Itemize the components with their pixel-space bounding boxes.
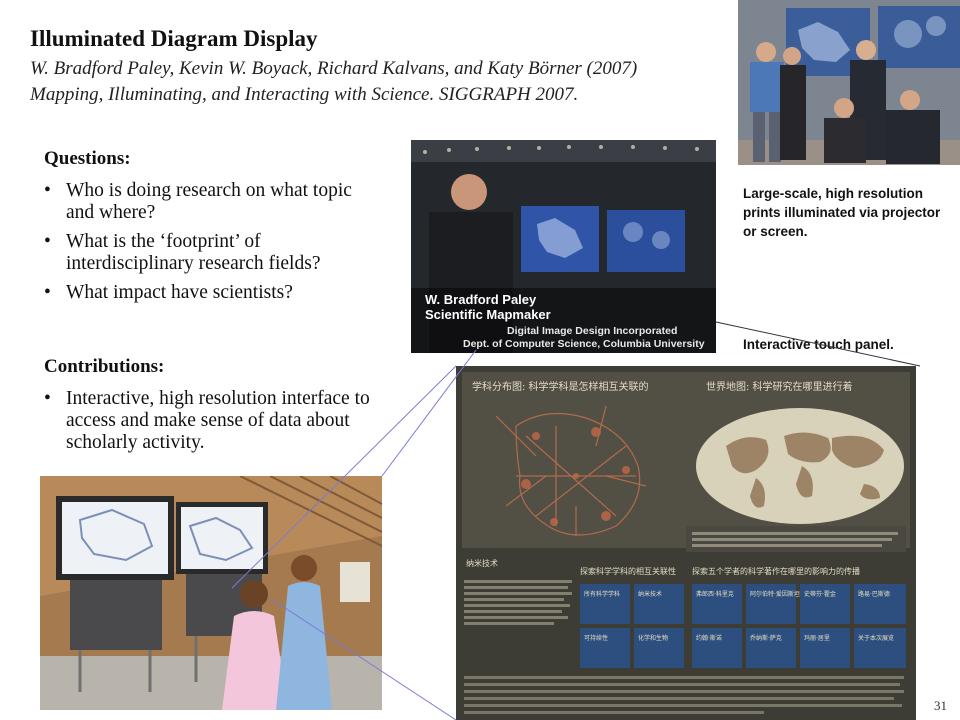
speaker-organization: Digital Image Design Incorporated — [507, 325, 677, 337]
touch-panel-caption: Interactive touch panel. — [743, 337, 894, 352]
touch-panel-screenshot: 学科分布图: 科学学科是怎样相互关联的 世界地图: 科学研究在哪里进行着 纳米技… — [456, 366, 916, 720]
section-nanotech-heading: 纳米技术 — [466, 558, 498, 568]
question-item: What is the ‘footprint’ of interdiscipli… — [44, 231, 384, 275]
speaker-role: Scientific Mapmaker — [425, 307, 551, 322]
tile-label: 所有科学学科 — [584, 590, 620, 598]
questions-heading: Questions: — [44, 148, 131, 169]
contribution-item: Interactive, high resolution interface t… — [44, 388, 389, 454]
question-item: Who is doing research on what topic and … — [44, 180, 384, 224]
tile-label: 可持续性 — [584, 634, 608, 642]
contributions-heading: Contributions: — [44, 356, 165, 377]
tile-label: 约翰·斯诺 — [696, 634, 722, 642]
tile-label: 路易·巴斯德 — [858, 590, 890, 598]
video-still-image: W. Bradford Paley Scientific Mapmaker Di… — [411, 140, 716, 353]
team-photo — [738, 0, 960, 165]
citation-paper-title: Mapping, Illuminating, and Interacting w… — [30, 84, 430, 105]
tile-label: 纳米技术 — [638, 590, 662, 598]
tile-label: 史蒂芬·霍金 — [804, 590, 836, 598]
tile-label: 乔纳斯·萨克 — [750, 634, 782, 642]
world-map-graphic — [696, 408, 904, 524]
tile-label: 弗郎西·科里克 — [696, 590, 734, 598]
right-map-title: 世界地图: 科学研究在哪里进行着 — [706, 380, 853, 393]
kiosk-photo — [40, 476, 382, 710]
slide-title: Illuminated Diagram Display — [30, 26, 318, 51]
speaker-department: Dept. of Computer Science, Columbia Univ… — [463, 338, 705, 350]
contributions-list: Interactive, high resolution interface t… — [44, 388, 389, 461]
tile-label: 关于本次展览 — [858, 634, 894, 642]
question-item: What impact have scientists? — [44, 282, 384, 304]
prints-caption: Large-scale, high resolution prints illu… — [743, 186, 941, 239]
section-interconnect-heading: 探索科学学科的相互关联性 — [580, 566, 676, 576]
citation-conference: . SIGGRAPH 2007. — [429, 84, 579, 105]
section-scholars-heading: 探索五个学者的科学著作在哪里的影响力的传播 — [692, 566, 860, 576]
citation-venue: Mapping, Illuminating, and Interacting w… — [30, 82, 720, 108]
speaker-name: W. Bradford Paley — [425, 292, 537, 307]
tile-label: 阿尔伯特·爱因斯坦 — [750, 590, 800, 598]
questions-list: Who is doing research on what topic and … — [44, 180, 384, 311]
tile-label: 玛丽·居里 — [804, 634, 830, 642]
citation-authors: W. Bradford Paley, Kevin W. Boyack, Rich… — [30, 58, 638, 79]
left-map-title: 学科分布图: 科学学科是怎样相互关联的 — [472, 380, 649, 393]
citation: W. Bradford Paley, Kevin W. Boyack, Rich… — [30, 56, 720, 108]
tile-label: 化学和生物 — [638, 634, 668, 642]
page-number: 31 — [934, 698, 947, 713]
